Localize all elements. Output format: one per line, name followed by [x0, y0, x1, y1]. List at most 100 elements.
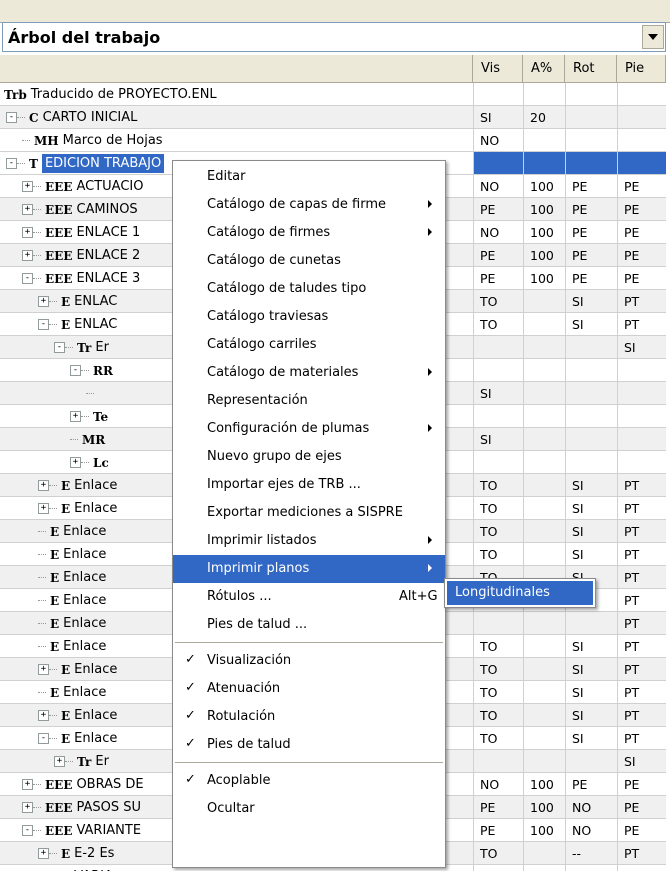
- cell-rot[interactable]: [565, 612, 617, 635]
- cell-a[interactable]: [523, 497, 565, 520]
- cell-vis[interactable]: [473, 359, 523, 382]
- cell-vis[interactable]: PE: [473, 796, 523, 819]
- panel-selector-dropdown[interactable]: Árbol del trabajo: [2, 22, 666, 52]
- cell-a[interactable]: [523, 543, 565, 566]
- tree-row[interactable]: MH Marco de Hojas NO: [0, 129, 666, 152]
- cell-rot[interactable]: --: [565, 865, 617, 871]
- menu-item-imprimir-planos[interactable]: Imprimir planos: [173, 555, 445, 583]
- cell-a[interactable]: [523, 842, 565, 865]
- cell-pie[interactable]: PE: [617, 796, 666, 819]
- node-label[interactable]: E-2 Es: [74, 846, 114, 861]
- cell-pie[interactable]: PT: [617, 290, 666, 313]
- node-label[interactable]: Traducido de PROYECTO.ENL: [31, 87, 217, 102]
- collapse-icon[interactable]: -: [54, 342, 65, 353]
- cell-pie[interactable]: PT: [617, 589, 666, 612]
- cell-rot[interactable]: [565, 129, 617, 152]
- cell-vis[interactable]: NO: [473, 773, 523, 796]
- node-label[interactable]: Marco de Hojas: [63, 133, 163, 148]
- cell-vis[interactable]: [473, 451, 523, 474]
- column-header-rot[interactable]: Rot: [565, 55, 617, 83]
- tree-cell[interactable]: - C CARTO INICIAL: [0, 106, 473, 129]
- cell-pie[interactable]: PT: [617, 865, 666, 871]
- cell-pie[interactable]: [617, 382, 666, 405]
- node-label[interactable]: ENLAC: [74, 317, 117, 332]
- expand-icon[interactable]: +: [38, 710, 49, 721]
- cell-vis[interactable]: TO: [473, 474, 523, 497]
- node-label[interactable]: ENLACE 2: [76, 248, 140, 263]
- node-label[interactable]: Enlace: [74, 662, 117, 677]
- dropdown-arrow-button[interactable]: [642, 25, 664, 49]
- cell-rot[interactable]: --: [565, 842, 617, 865]
- node-label[interactable]: VARIANTE: [76, 823, 141, 838]
- node-label[interactable]: Enlace: [63, 639, 106, 654]
- node-label[interactable]: Enlace: [63, 547, 106, 562]
- menu-item-importar-ejes-de-trb[interactable]: Importar ejes de TRB ...: [173, 471, 445, 499]
- cell-pie[interactable]: PT: [617, 727, 666, 750]
- cell-a[interactable]: [523, 474, 565, 497]
- collapse-icon[interactable]: -: [22, 273, 33, 284]
- cell-rot[interactable]: PE: [565, 244, 617, 267]
- cell-vis[interactable]: [473, 612, 523, 635]
- cell-a[interactable]: [523, 290, 565, 313]
- cell-pie[interactable]: PT: [617, 635, 666, 658]
- cell-pie[interactable]: PE: [617, 198, 666, 221]
- cell-a[interactable]: [523, 451, 565, 474]
- cell-rot[interactable]: NO: [565, 819, 617, 842]
- cell-a[interactable]: [523, 865, 565, 871]
- cell-vis[interactable]: TO: [473, 497, 523, 520]
- cell-pie[interactable]: [617, 106, 666, 129]
- cell-pie[interactable]: PE: [617, 819, 666, 842]
- cell-rot[interactable]: SI: [565, 313, 617, 336]
- cell-vis[interactable]: TO: [473, 543, 523, 566]
- cell-vis[interactable]: [473, 405, 523, 428]
- cell-pie[interactable]: [617, 129, 666, 152]
- column-header-a-percent[interactable]: A%: [523, 55, 565, 83]
- tree-column-header[interactable]: [0, 55, 473, 83]
- node-label[interactable]: CARTO INICIAL: [43, 110, 138, 125]
- menu-item-catálogo-carriles[interactable]: Catálogo carriles: [173, 331, 445, 359]
- node-label[interactable]: OBRAS DE: [76, 777, 143, 792]
- cell-pie[interactable]: PT: [617, 704, 666, 727]
- cell-rot[interactable]: [565, 359, 617, 382]
- menu-item-ocultar[interactable]: Ocultar: [173, 795, 445, 823]
- menu-item-representación[interactable]: Representación: [173, 387, 445, 415]
- node-label[interactable]: Er: [95, 754, 109, 769]
- expand-icon[interactable]: +: [70, 457, 81, 468]
- cell-pie[interactable]: PT: [617, 612, 666, 635]
- cell-a[interactable]: 100: [523, 244, 565, 267]
- collapse-icon[interactable]: -: [6, 158, 17, 169]
- cell-pie[interactable]: PE: [617, 175, 666, 198]
- expand-icon[interactable]: +: [54, 756, 65, 767]
- cell-rot[interactable]: SI: [565, 497, 617, 520]
- menu-item-catálogo-de-cunetas[interactable]: Catálogo de cunetas: [173, 247, 445, 275]
- cell-rot[interactable]: SI: [565, 658, 617, 681]
- column-header-pie[interactable]: Pie: [617, 55, 666, 83]
- node-label[interactable]: PASOS SU: [76, 800, 141, 815]
- collapse-icon[interactable]: -: [70, 365, 81, 376]
- cell-a[interactable]: [523, 83, 565, 106]
- menu-item-catálogo-traviesas[interactable]: Catálogo traviesas: [173, 303, 445, 331]
- cell-vis[interactable]: [473, 336, 523, 359]
- node-label[interactable]: EDICION TRABAJO: [41, 154, 165, 173]
- collapse-icon[interactable]: -: [22, 825, 33, 836]
- cell-pie[interactable]: [617, 152, 666, 175]
- cell-a[interactable]: [523, 359, 565, 382]
- menu-item-editar[interactable]: Editar: [173, 163, 445, 191]
- tree-cell[interactable]: MH Marco de Hojas: [0, 129, 473, 152]
- cell-pie[interactable]: [617, 405, 666, 428]
- cell-rot[interactable]: [565, 428, 617, 451]
- cell-vis[interactable]: TO: [473, 635, 523, 658]
- cell-vis[interactable]: TO: [473, 290, 523, 313]
- node-label[interactable]: Enlace: [74, 708, 117, 723]
- node-label[interactable]: Enlace: [63, 593, 106, 608]
- cell-rot[interactable]: PE: [565, 198, 617, 221]
- cell-vis[interactable]: PE: [473, 819, 523, 842]
- cell-pie[interactable]: PT: [617, 313, 666, 336]
- cell-vis[interactable]: PE: [473, 198, 523, 221]
- node-label[interactable]: CAMINOS: [76, 202, 137, 217]
- column-header-vis[interactable]: Vis: [473, 55, 523, 83]
- node-label[interactable]: Enlace: [74, 478, 117, 493]
- node-label[interactable]: ENLAC: [74, 294, 117, 309]
- cell-rot[interactable]: [565, 405, 617, 428]
- cell-a[interactable]: [523, 382, 565, 405]
